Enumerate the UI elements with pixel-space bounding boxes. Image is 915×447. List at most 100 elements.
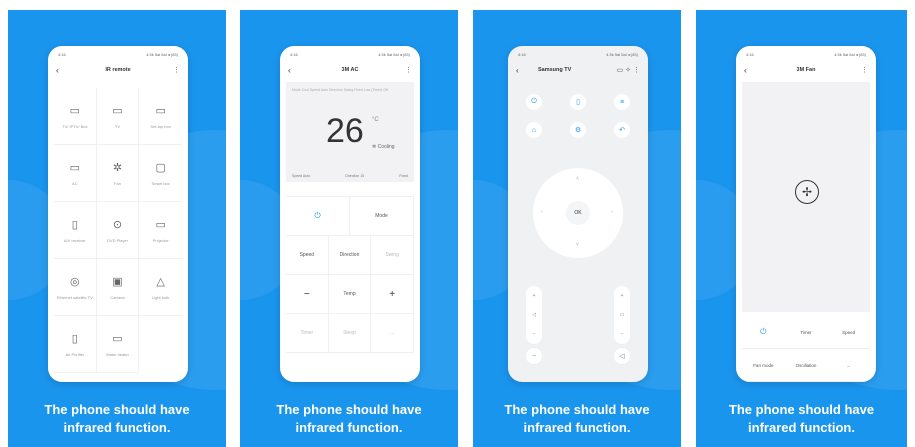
device-icon: ▯ [71,333,78,345]
down-arrow-icon[interactable]: ˅ [576,242,579,248]
ok-button[interactable]: OK [566,201,590,225]
device-icon: ▭ [155,219,166,231]
more-button[interactable]: ... [371,314,414,353]
caption: The phone should have infrared function. [8,401,226,437]
device-label: Projector [152,238,169,243]
device-tile[interactable]: ▭ TV/ IPTV/ Box [54,88,97,145]
header: ‹ 3M AC ⋮ [280,64,420,78]
status-icons: 4.5k 5al 5al ◂ (83) [146,52,178,57]
device-tile[interactable]: △ Light bulb [139,259,182,316]
more-button[interactable]: ... [827,349,870,382]
fan-button-grid: ⏻ Timer Speed Fan mode Oscillation ... [742,316,870,382]
power-button[interactable]: ⏻ [742,316,785,349]
oscillation-button[interactable]: Oscillation [784,349,828,382]
back-icon[interactable]: ‹ [516,66,519,75]
status-time: 4:16 [518,52,526,57]
timer-button[interactable]: Timer [784,316,828,349]
home-icon[interactable]: ⌂ [526,122,542,138]
caption-line2: infrared function. [523,420,631,435]
device-tile[interactable]: ◎ Ethernet satellite TV [54,259,97,316]
status-bar: 4:16 4.5k 5al 5al ◂ (83) [290,52,410,57]
fan-mode-button[interactable]: Fan mode [742,349,785,382]
speed-button[interactable]: Speed [827,316,870,349]
direction-pad: ˄ ˅ ‹ › OK [533,168,623,258]
header: ‹ IR remote ⋮ [48,64,188,78]
status-bar: 4:16 4.5k 5al 5al ◂ (83) [518,52,638,57]
device-icon: ◎ [70,276,80,288]
power-icon[interactable]: ⏻ [526,94,542,110]
volume-rocker[interactable]: + ◁ − [526,286,542,344]
phone-fan-remote: 4:16 4.5k 5al 5al ◂ (83) ‹ 3M Fan ⋮ ✢ ⏻ T… [736,46,876,382]
channel-rocker[interactable]: + ▭ − [614,286,630,344]
direction-button[interactable]: Direction [328,236,372,275]
device-tile[interactable]: ▯ A/V receiver [54,202,97,259]
mode-text: Cooling [377,144,395,150]
input-icon[interactable]: ▯ [570,94,586,110]
header: ‹ Samsung TV ▭ ✧ ⋮ [508,64,648,78]
page-title: 3M Fan [796,67,816,73]
mode-button[interactable]: Mode [350,197,414,236]
mute-toggle-icon[interactable]: ◁ [614,348,630,364]
device-tile[interactable]: ✲ Fan [96,145,140,202]
caption-line1: The phone should have [504,402,650,417]
volume-down-icon[interactable]: − [533,331,536,337]
panel-ir-remote: 4:16 4.5k 5al 5al ◂ (83) ‹ IR remote ⋮ ▭ T… [8,10,226,447]
temp-up-button[interactable]: + [371,275,414,314]
sleep-button[interactable]: Sleep [328,314,372,353]
device-icon: △ [156,276,165,288]
more-icon[interactable]: ⋮ [861,66,868,74]
header: ‹ 3M Fan ⋮ [736,64,876,78]
return-icon[interactable]: ↶ [614,122,630,138]
more-icon[interactable]: ⋮ [405,66,412,74]
caption-line2: infrared function. [295,420,403,435]
phone-ir-remote: 4:16 4.5k 5al 5al ◂ (83) ‹ IR remote ⋮ ▭ T… [48,46,188,382]
caption-line1: The phone should have [728,402,875,417]
device-label: AC [72,181,78,186]
status-icons: 4.5k 5al 5al ◂ (83) [834,52,866,57]
caption: The phone should have infrared function. [473,401,681,437]
ac-button-grid-top: ⏻ Mode [286,196,414,236]
right-arrow-icon[interactable]: › [611,209,613,215]
speed-status: Speed Auto [292,174,311,178]
device-label: Camera [110,295,125,300]
fan-icon: ✢ [795,180,819,204]
caption: The phone should have infrared function. [240,401,458,437]
mute-icon[interactable]: − [526,348,542,364]
power-button[interactable]: ⏻ [286,197,350,236]
device-label: Light bulb [151,295,170,300]
device-tile[interactable]: ▭ Set-top box [139,88,182,145]
timer-button[interactable]: Timer [286,314,329,353]
device-tile[interactable]: ▭ TV [96,88,140,145]
menu-icon[interactable]: ≡ [614,94,630,110]
fixed-status: Fixed [399,174,408,178]
speed-button[interactable]: Speed [286,236,329,275]
more-icon[interactable]: ▭ ✧ ⋮ [617,66,640,74]
device-grid: ▭ TV/ IPTV/ Box ▭ TV ▭ Set-top box ▭ AC ✲ Fan… [54,88,182,373]
more-icon[interactable]: ⋮ [173,66,180,74]
device-tile[interactable]: ▭ Water heater [96,316,140,373]
device-label: Water heater [106,352,129,357]
phone-tv-remote: 4:16 4.5k 5al 5al ◂ (83) ‹ Samsung TV ▭ ✧… [508,46,648,382]
device-label: TV [114,124,121,129]
device-label: TV/ IPTV/ Box [62,124,88,129]
device-icon: ▯ [71,219,78,231]
device-tile[interactable]: ▭ Projector [139,202,182,259]
left-arrow-icon[interactable]: ‹ [541,209,543,215]
status-bar: 4:16 4.5k 5al 5al ◂ (83) [746,52,866,57]
channel-up-icon[interactable]: + [621,293,624,299]
volume-up-icon[interactable]: + [533,293,536,299]
up-arrow-icon[interactable]: ˄ [576,176,579,182]
temp-down-button[interactable]: − [286,275,329,314]
device-tile[interactable]: ▣ Camera [96,259,140,316]
device-tile[interactable]: ▯ Air Purifier [54,316,97,373]
device-tile[interactable]: ▢ Smart box [139,145,182,202]
swing-button[interactable]: Swing [371,236,414,275]
ac-status-row: Speed Auto Direction 15 Fixed [292,174,408,178]
device-tile[interactable]: ▭ AC [54,145,97,202]
caption-line1: The phone should have [44,402,190,417]
device-tile[interactable]: ⊙ DVD Player [96,202,140,259]
settings-icon[interactable]: ⚙ [570,122,586,138]
panel-ac-remote: 4:16 4.5k 5al 5al ◂ (83) ‹ 3M AC ⋮ Mode C… [240,10,458,447]
caption-line2: infrared function. [748,420,855,435]
channel-down-icon[interactable]: − [621,331,624,337]
